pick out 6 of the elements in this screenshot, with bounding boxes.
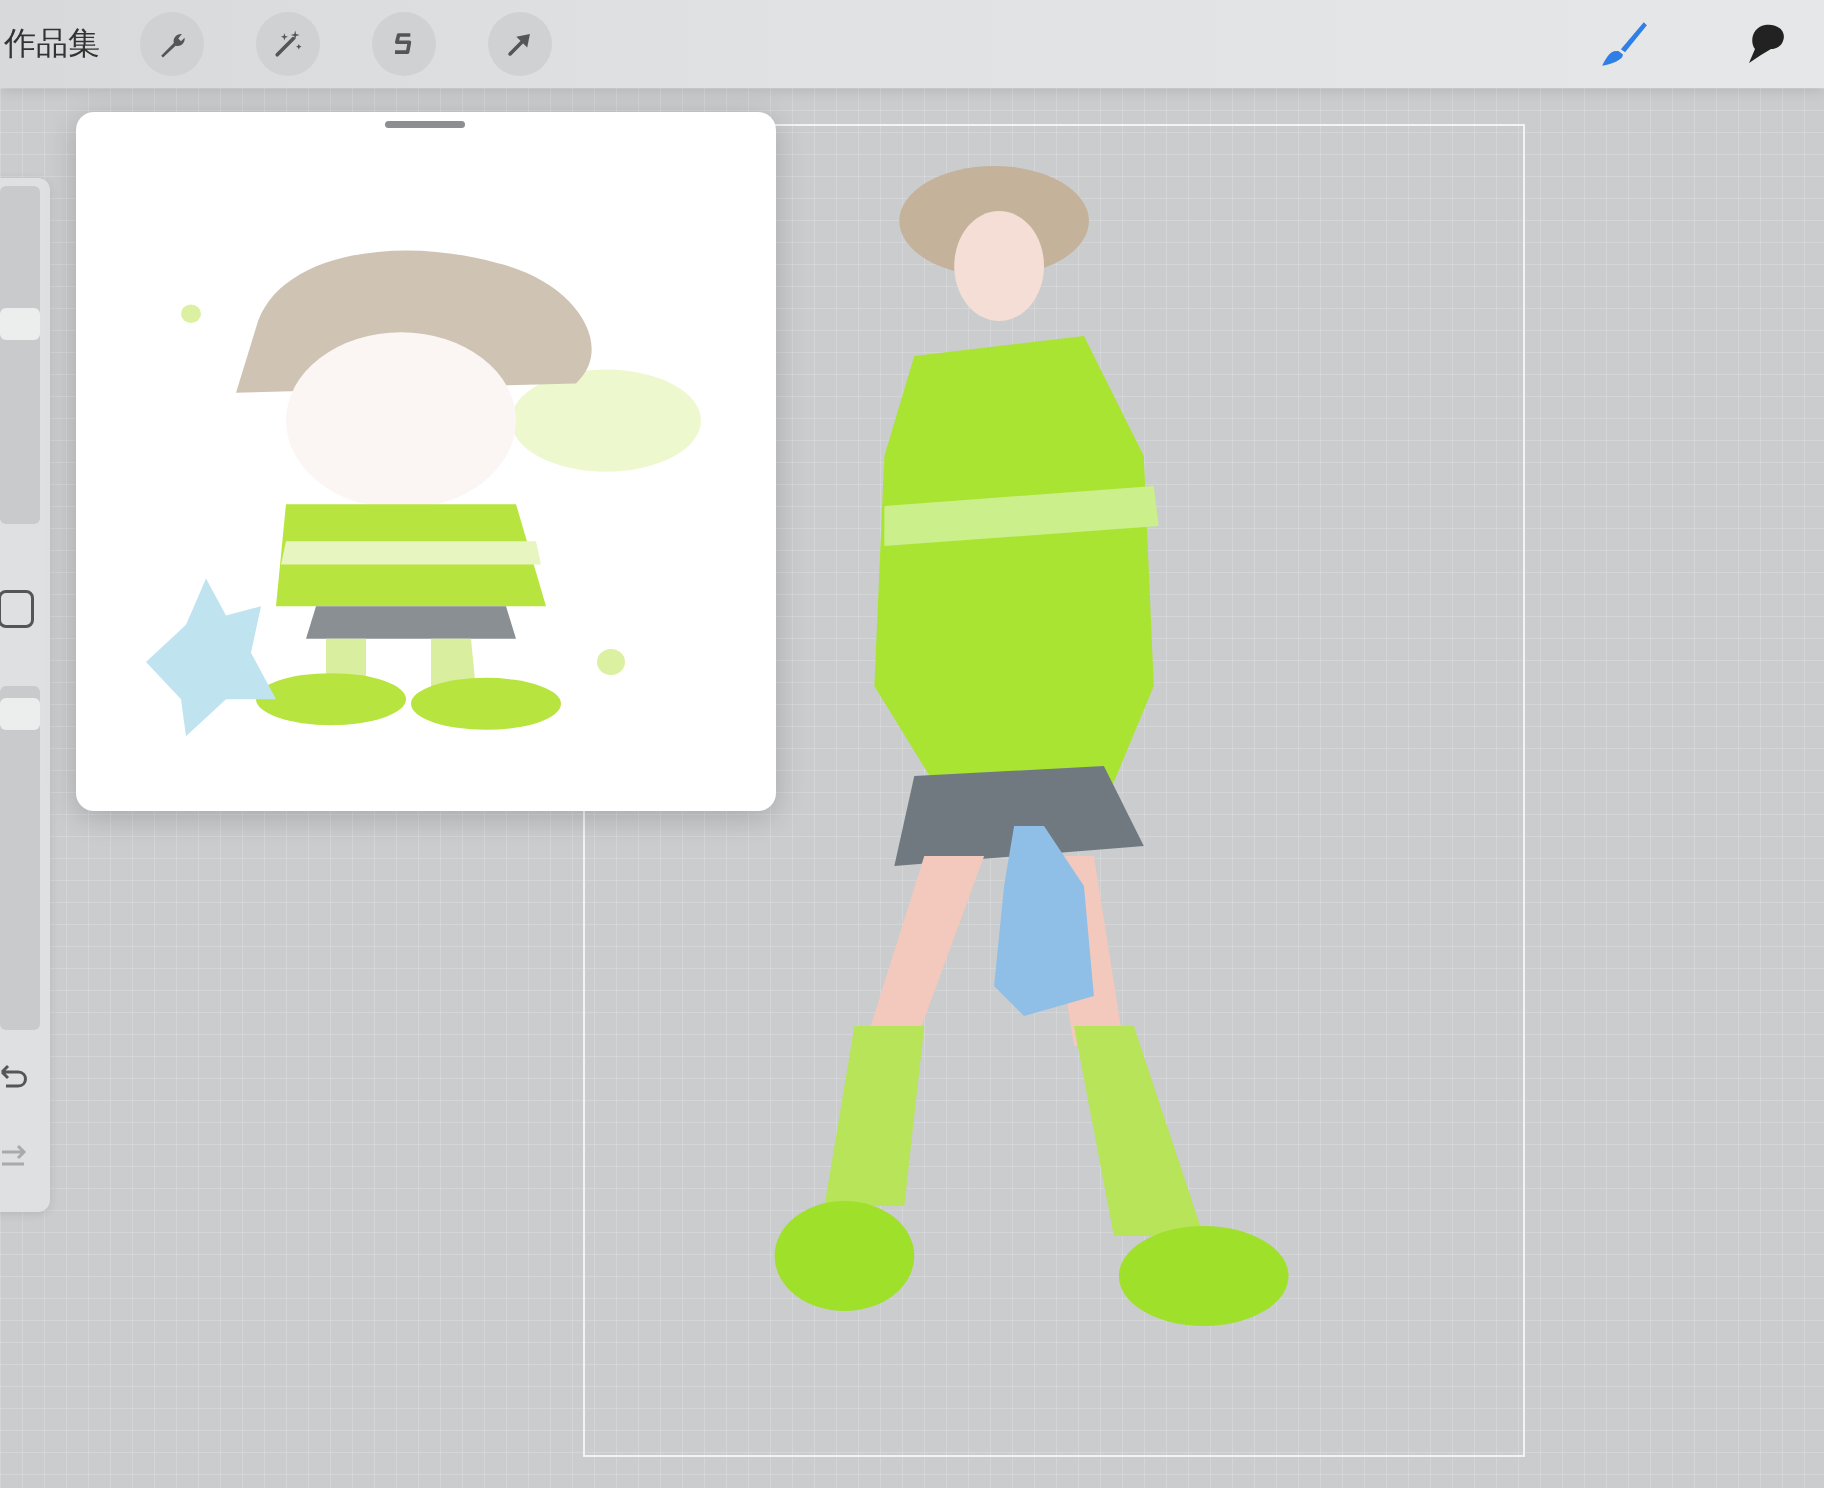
opacity-slider[interactable] (0, 686, 40, 1030)
undo-icon[interactable] (0, 1064, 30, 1090)
modify-button[interactable] (0, 590, 34, 628)
gallery-link[interactable]: 作品集 (4, 22, 100, 66)
drag-handle[interactable] (385, 121, 465, 128)
brush-size-slider[interactable] (0, 186, 40, 524)
